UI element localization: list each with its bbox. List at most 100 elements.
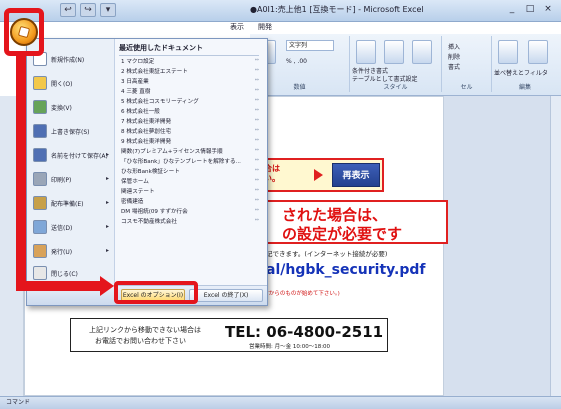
find-select-button[interactable] xyxy=(528,40,548,64)
contact-line-2: お電話でお問い合わせ下さい xyxy=(95,337,186,345)
redo-icon[interactable]: ↪ xyxy=(80,3,96,17)
recent-item[interactable]: 2 株式会社東証エステート ⇔ xyxy=(121,67,261,76)
quick-access-toolbar: ↩ ↪ ▾ xyxy=(60,3,116,17)
ribbon: 文字列 % , .00 数値 条件付き書式 テーブルとして書式設定 スタイル 挿… xyxy=(250,34,561,96)
pin-icon[interactable]: ⇔ xyxy=(255,97,259,103)
menu-item-save-as-label: 名前を付けて保存(A) xyxy=(51,153,108,160)
publish-icon xyxy=(33,244,47,258)
pin-icon[interactable]: ⇔ xyxy=(255,157,259,163)
open-folder-icon xyxy=(33,76,47,90)
recent-item[interactable]: 関数(7)プレミアム+ライセンス情報手順 ⇔ xyxy=(121,147,261,156)
recent-item[interactable]: 9 株式会社東洋開発 ⇔ xyxy=(121,137,261,146)
arrow-right-icon xyxy=(100,276,114,296)
conditional-format-button[interactable] xyxy=(356,40,376,64)
group-label-style: スタイル xyxy=(383,84,408,91)
pin-icon[interactable]: ⇔ xyxy=(255,117,259,123)
pin-icon[interactable]: ⇔ xyxy=(255,67,259,73)
customize-qat-icon[interactable]: ▾ xyxy=(100,3,116,17)
menu-item-save[interactable]: 上書き保存(S) xyxy=(31,121,113,143)
menu-item-prepare[interactable]: 配布準備(E) ▸ xyxy=(31,193,113,215)
minimize-button[interactable]: _ xyxy=(505,2,519,16)
pin-icon[interactable]: ⇔ xyxy=(255,57,259,63)
ribbon-tabs: 表示 開発 xyxy=(230,22,272,34)
phone-number: TEL: 06-4800-2511 xyxy=(225,323,384,341)
recent-item-label: 3 日高産業 xyxy=(121,79,149,85)
recent-item[interactable]: 8 株式会社夢創住宅 ⇔ xyxy=(121,127,261,136)
pin-icon[interactable]: ⇔ xyxy=(255,167,259,173)
exit-excel-button[interactable]: Excel の終了(X) xyxy=(189,289,263,302)
pin-icon[interactable]: ⇔ xyxy=(255,197,259,203)
recent-item[interactable]: 3 日高産業 ⇔ xyxy=(121,77,261,86)
maximize-button[interactable]: □ xyxy=(523,2,537,16)
menu-item-new-label: 新規作成(N) xyxy=(51,57,85,64)
recent-item-label: 関数(7)プレミアム+ライセンス情報手順 xyxy=(121,149,223,155)
undo-icon[interactable]: ↩ xyxy=(60,3,76,17)
sort-filter-button[interactable] xyxy=(498,40,518,64)
pin-icon[interactable]: ⇔ xyxy=(255,217,259,223)
recent-item[interactable]: 関連ステート ⇔ xyxy=(121,187,261,196)
window-controls: _ □ × xyxy=(505,2,555,16)
format-button[interactable]: 書式 xyxy=(448,62,460,71)
menu-item-prepare-label: 配布準備(E) xyxy=(51,201,84,208)
tab-developer[interactable]: 開発 xyxy=(258,22,272,34)
close-button[interactable]: × xyxy=(541,2,555,16)
recent-item[interactable]: コスモ不動産株式会社 ⇔ xyxy=(121,217,261,226)
menu-item-send[interactable]: 送信(D) ▸ xyxy=(31,217,113,239)
recent-item[interactable]: 7 株式会社東洋開発 ⇔ xyxy=(121,117,261,126)
delete-button[interactable]: 削除 xyxy=(448,52,460,61)
tab-view[interactable]: 表示 xyxy=(230,22,244,34)
save-as-icon xyxy=(33,148,47,162)
menu-item-open[interactable]: 開く(O) xyxy=(31,73,113,95)
notice-line-2: の設定が必要です xyxy=(282,225,403,243)
recent-item-label: 8 株式会社夢創住宅 xyxy=(121,129,172,135)
recent-item[interactable]: 「ひな形Bank」ひなテンプレートを解除する... ⇔ xyxy=(121,157,261,166)
vertical-scrollbar[interactable] xyxy=(550,96,561,396)
insert-button[interactable]: 挿入 xyxy=(448,42,460,51)
office-menu-commands: 新規作成(N) 開く(O) 変換(V) 上書き保存(S) 名前を付けて保存(A)… xyxy=(27,39,115,285)
pin-icon[interactable]: ⇔ xyxy=(255,187,259,193)
recent-item-label: コスモ不動産株式会社 xyxy=(121,219,177,225)
chevron-right-icon: ▸ xyxy=(105,151,109,158)
recent-item[interactable]: 1 マクロ設定 ⇔ xyxy=(121,57,261,66)
highlight-options-button xyxy=(114,281,198,304)
number-format-select[interactable]: 文字列 xyxy=(286,40,334,51)
recent-item-label: 1 マクロ設定 xyxy=(121,59,155,65)
recent-item[interactable]: DM 場祖統(09 すずか行会 ⇔ xyxy=(121,207,261,216)
pdf-link[interactable]: al/hgbk_security.pdf xyxy=(266,262,425,278)
pin-icon[interactable]: ⇔ xyxy=(255,147,259,153)
pin-icon[interactable]: ⇔ xyxy=(255,77,259,83)
pin-icon[interactable]: ⇔ xyxy=(255,127,259,133)
cell-styles-button[interactable] xyxy=(412,40,432,64)
recent-item[interactable]: ひな形Bank検証シート ⇔ xyxy=(121,167,261,176)
pin-icon[interactable]: ⇔ xyxy=(255,107,259,113)
menu-item-close-label: 閉じる(C) xyxy=(51,271,78,278)
chevron-right-icon: ▸ xyxy=(105,175,109,182)
pin-icon[interactable]: ⇔ xyxy=(255,137,259,143)
title-bar: ↩ ↪ ▾ ●A0I1:売上他1 [互換モード] - Microsoft Exc… xyxy=(0,0,561,22)
menu-item-convert[interactable]: 変換(V) xyxy=(31,97,113,119)
send-icon xyxy=(33,220,47,234)
recent-item[interactable]: 密備建造 ⇔ xyxy=(121,197,261,206)
recent-item[interactable]: 保管ホーム ⇔ xyxy=(121,177,261,186)
office-menu: 新規作成(N) 開く(O) 変換(V) 上書き保存(S) 名前を付けて保存(A)… xyxy=(26,38,268,306)
menu-item-save-as[interactable]: 名前を付けて保存(A) ▸ xyxy=(31,145,113,167)
format-as-table-button[interactable] xyxy=(384,40,404,64)
arrow-right-icon xyxy=(314,169,323,181)
recent-documents-header: 最近使用したドキュメント xyxy=(119,43,259,56)
recent-item[interactable]: 6 株式会社一般 ⇔ xyxy=(121,107,261,116)
pin-icon[interactable]: ⇔ xyxy=(255,177,259,183)
recent-item-label: 6 株式会社一般 xyxy=(121,109,160,115)
menu-item-print[interactable]: 印刷(P) ▸ xyxy=(31,169,113,191)
menu-item-publish[interactable]: 発行(U) ▸ xyxy=(31,241,113,263)
pin-icon[interactable]: ⇔ xyxy=(255,87,259,93)
pin-icon[interactable]: ⇔ xyxy=(255,207,259,213)
redisplay-button[interactable]: 再表示 xyxy=(332,163,380,187)
recent-item[interactable]: 4 三菱 直樹 ⇔ xyxy=(121,87,261,96)
menu-item-save-label: 上書き保存(S) xyxy=(51,129,90,136)
menu-item-send-label: 送信(D) xyxy=(51,225,73,232)
prepare-icon xyxy=(33,196,47,210)
recent-item[interactable]: 5 株式会社コスモリーディング ⇔ xyxy=(121,97,261,106)
contact-box: 上記リンクから移動できない場合は お電話でお問い合わせ下さい TEL: 06-4… xyxy=(70,318,388,352)
chevron-right-icon: ▸ xyxy=(105,247,109,254)
percent-style-icon[interactable]: % , .00 xyxy=(286,58,307,65)
